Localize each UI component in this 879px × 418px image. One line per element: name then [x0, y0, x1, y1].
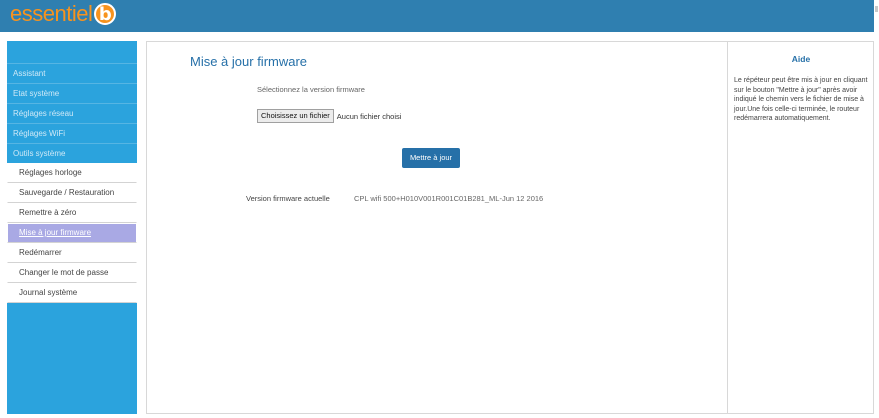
file-status-text: Aucun fichier choisi: [336, 111, 402, 121]
sidebar-item-outils-systeme[interactable]: Outils système: [7, 143, 137, 163]
submenu-item-sauvegarde-restauration[interactable]: Sauvegarde / Restauration: [7, 183, 137, 203]
sidebar-item-reglages-wifi[interactable]: Réglages WiFi: [7, 123, 137, 143]
submenu-item-journal-systeme[interactable]: Journal système: [7, 283, 137, 303]
logo-text: essentiel: [10, 1, 93, 26]
sidebar-item-reglages-reseau[interactable]: Réglages réseau: [7, 103, 137, 123]
choose-file-button[interactable]: Choisissez un fichier: [257, 109, 334, 123]
sidebar-item-assistant[interactable]: Assistant: [7, 63, 137, 83]
submenu-item-redemarrer[interactable]: Redémarrer: [7, 243, 137, 263]
firmware-version-value: CPL wifi 500+H010V001R001C01B281_ML-Jun …: [354, 194, 544, 203]
page-title: Mise à jour firmware: [190, 54, 308, 69]
scrollbar-arrow[interactable]: [875, 6, 878, 12]
help-panel: Aide Le répéteur peut être mis à jour en…: [728, 41, 874, 414]
main-panel: Mise à jour firmware Sélectionnez la ver…: [146, 41, 728, 414]
submenu-item-mise-a-jour-firmware[interactable]: Mise à jour firmware: [7, 223, 137, 243]
help-title: Aide: [791, 54, 811, 64]
submenu-item-reglages-horloge[interactable]: Réglages horloge: [7, 163, 137, 183]
file-input-row: Choisissez un fichier Aucun fichier choi…: [257, 109, 401, 123]
update-button[interactable]: Mettre à jour: [402, 148, 460, 168]
top-header: essentiel b: [0, 0, 874, 32]
select-firmware-label: Sélectionnez la version firmware: [257, 85, 365, 94]
help-text: Le répéteur peut être mis à jour en cliq…: [734, 77, 868, 122]
sidebar-nav: Assistant Etat système Réglages réseau R…: [7, 41, 137, 414]
logo-badge-icon: b: [94, 3, 117, 25]
sidebar-item-etat-systeme[interactable]: Etat système: [7, 83, 137, 103]
sidebar-header: [7, 41, 137, 63]
submenu-item-remettre-a-zero[interactable]: Remettre à zéro: [7, 203, 137, 223]
submenu-item-changer-mot-de-passe[interactable]: Changer le mot de passe: [7, 263, 137, 283]
brand-logo[interactable]: essentiel b: [10, 1, 117, 27]
firmware-version-label: Version firmware actuelle: [246, 194, 330, 203]
